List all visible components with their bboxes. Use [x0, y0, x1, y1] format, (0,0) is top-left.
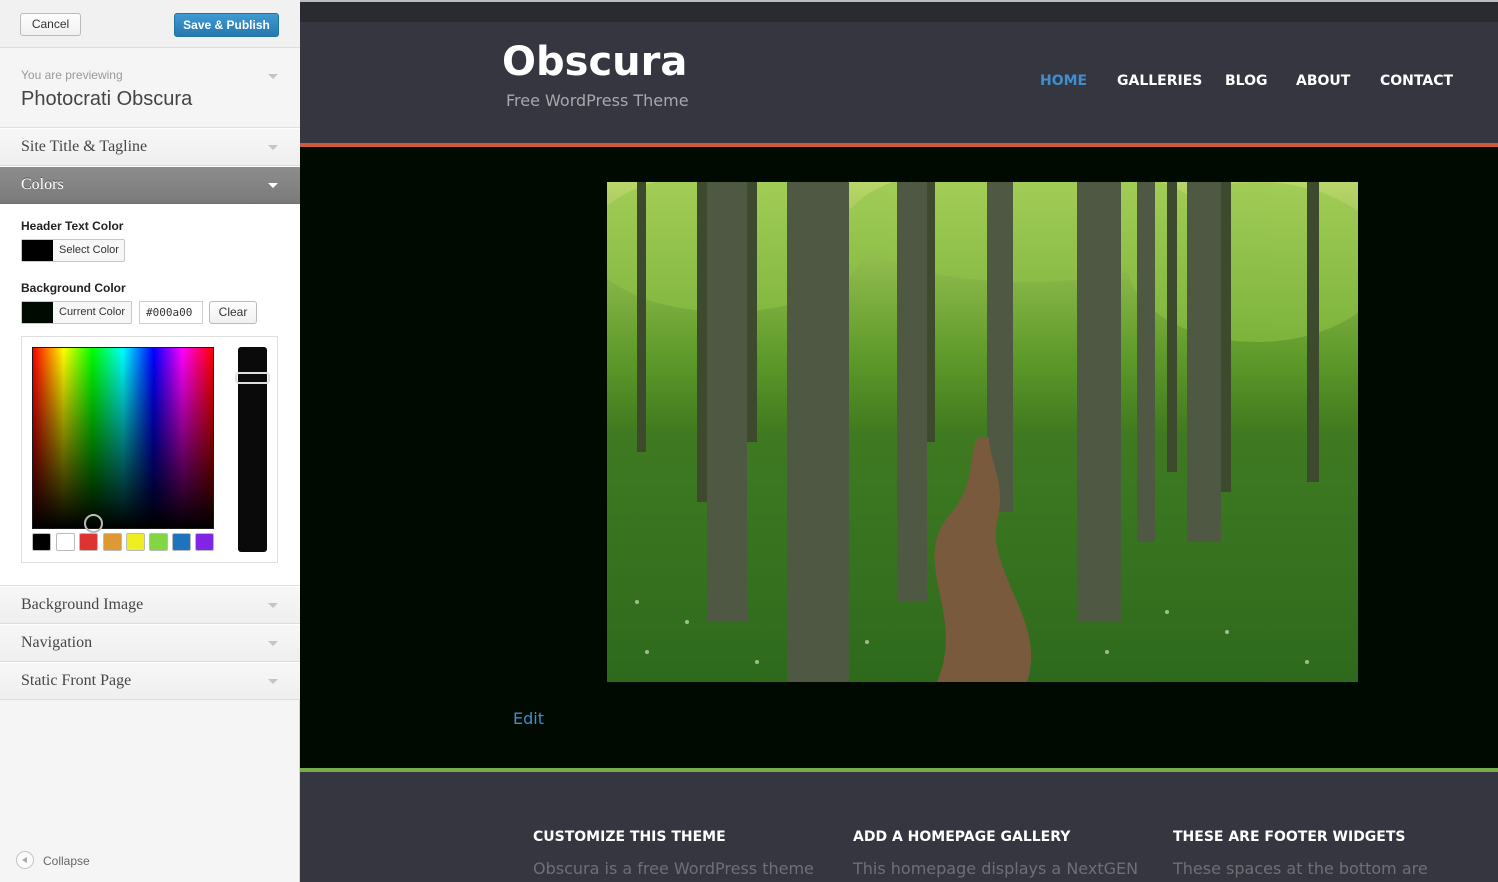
- color-picker: [21, 336, 278, 563]
- site-header: Obscura Free WordPress Theme HOME GALLER…: [300, 22, 1498, 143]
- palette-swatch-purple[interactable]: [195, 533, 214, 551]
- chevron-down-icon: [268, 74, 278, 79]
- background-color-label: Background Color: [21, 281, 126, 295]
- palette-swatch-yellow[interactable]: [126, 533, 145, 551]
- footer-widget-text: Obscura is a free WordPress theme: [533, 859, 814, 878]
- palette-swatch-blue[interactable]: [172, 533, 191, 551]
- preview-theme-name: Photocrati Obscura: [21, 88, 193, 110]
- header-text-color-label: Header Text Color: [21, 219, 124, 233]
- footer-widget-text: This homepage displays a NextGEN: [853, 859, 1139, 878]
- palette-swatch-red[interactable]: [79, 533, 98, 551]
- nav-home[interactable]: HOME: [1040, 73, 1087, 89]
- top-bar: [300, 2, 1498, 22]
- nav-blog[interactable]: BLOG: [1225, 73, 1268, 89]
- clear-button[interactable]: Clear: [209, 301, 257, 324]
- site-preview: Obscura Free WordPress Theme HOME GALLER…: [300, 0, 1498, 882]
- footer-widget-title: ADD A HOMEPAGE GALLERY: [853, 829, 1071, 845]
- section-static-front-page[interactable]: Static Front Page: [0, 662, 300, 700]
- hero-image-forest: [607, 182, 1358, 682]
- slider-handle[interactable]: [235, 372, 270, 384]
- lightness-slider[interactable]: [235, 347, 270, 552]
- section-label: Static Front Page: [21, 672, 132, 689]
- footer-widget-title: THESE ARE FOOTER WIDGETS: [1173, 829, 1406, 845]
- picker-handle[interactable]: [84, 514, 103, 533]
- header-text-color-button[interactable]: Select Color: [21, 239, 125, 262]
- palette-swatch-white[interactable]: [56, 533, 75, 551]
- nav-galleries[interactable]: GALLERIES: [1117, 73, 1202, 89]
- chevron-down-icon: [268, 183, 278, 188]
- customizer-header: Cancel Save & Publish: [0, 0, 300, 48]
- colors-panel: Header Text Color Select Color Backgroun…: [0, 204, 300, 586]
- forest-photo: [607, 182, 1358, 682]
- footer-widget-title: CUSTOMIZE THIS THEME: [533, 829, 726, 845]
- nav-contact[interactable]: CONTACT: [1380, 73, 1453, 89]
- section-background-image[interactable]: Background Image: [0, 586, 300, 624]
- chevron-down-icon: [268, 145, 278, 150]
- site-title[interactable]: Obscura: [502, 39, 687, 85]
- color-chip: [22, 240, 53, 261]
- site-footer: CUSTOMIZE THIS THEME Obscura is a free W…: [300, 772, 1498, 882]
- chevron-down-icon: [268, 679, 278, 684]
- chevron-down-icon: [268, 641, 278, 646]
- current-color-label: Current Color: [59, 306, 126, 318]
- section-label: Background Image: [21, 596, 144, 613]
- color-chip: [22, 302, 53, 323]
- theme-preview-info[interactable]: You are previewing Photocrati Obscura: [0, 48, 300, 128]
- palette-swatch-green[interactable]: [149, 533, 168, 551]
- section-site-title-tagline[interactable]: Site Title & Tagline: [0, 128, 300, 166]
- section-label: Site Title & Tagline: [21, 138, 148, 155]
- section-label: Navigation: [21, 634, 93, 651]
- site-tagline: Free WordPress Theme: [506, 91, 689, 110]
- header-divider: [300, 143, 1498, 147]
- customizer-sidebar: Cancel Save & Publish You are previewing…: [0, 0, 300, 882]
- preview-caption: You are previewing: [21, 68, 123, 82]
- palette-swatch-orange[interactable]: [103, 533, 122, 551]
- cancel-button[interactable]: Cancel: [20, 13, 81, 36]
- hex-color-input[interactable]: #000a00: [139, 301, 203, 324]
- footer-widget-text: These spaces at the bottom are: [1173, 859, 1428, 878]
- section-colors[interactable]: Colors: [0, 166, 300, 204]
- edit-link[interactable]: Edit: [513, 709, 544, 728]
- nav-about[interactable]: ABOUT: [1296, 73, 1350, 89]
- select-color-label: Select Color: [59, 244, 119, 256]
- collapse-arrow-icon: [16, 851, 34, 869]
- section-label: Colors: [21, 176, 64, 193]
- collapse-label: Collapse: [43, 854, 90, 868]
- save-publish-button[interactable]: Save & Publish: [174, 13, 279, 37]
- saturation-square[interactable]: [32, 347, 214, 533]
- background-color-button[interactable]: Current Color: [21, 301, 132, 324]
- section-navigation[interactable]: Navigation: [0, 624, 300, 662]
- chevron-down-icon: [268, 603, 278, 608]
- palette-swatch-black[interactable]: [32, 533, 51, 551]
